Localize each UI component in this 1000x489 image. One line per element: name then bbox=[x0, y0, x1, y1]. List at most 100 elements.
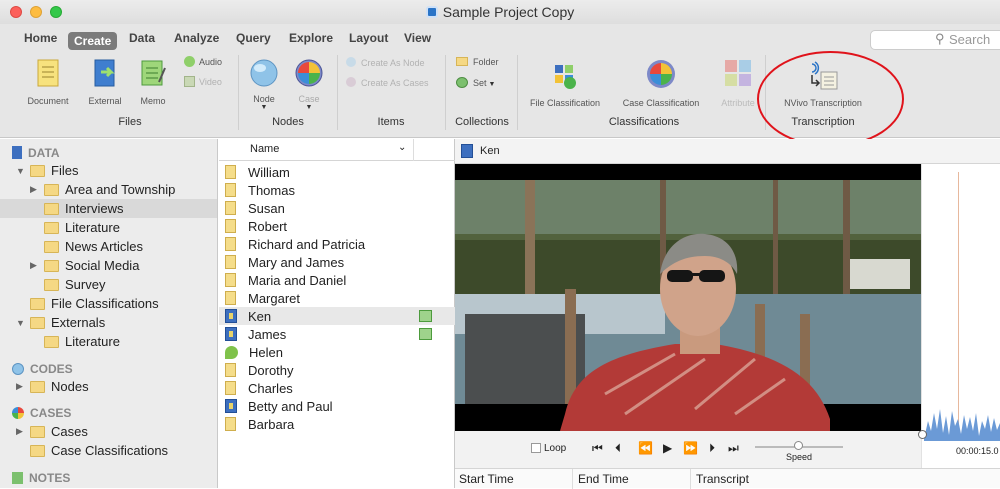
case-icon bbox=[295, 59, 323, 87]
case-classification-button[interactable]: Case Classification bbox=[618, 58, 704, 108]
node-dropdown-icon: ▼ bbox=[260, 104, 268, 111]
rewind-icon[interactable]: ⏪ bbox=[638, 441, 653, 455]
sidebar-item-nodes[interactable]: ▶ Nodes bbox=[16, 377, 89, 396]
play-icon[interactable]: ▶ bbox=[663, 441, 672, 455]
document-button[interactable]: Document bbox=[22, 58, 74, 106]
case-label: Case bbox=[298, 94, 320, 104]
cases-section-header[interactable]: CASES bbox=[12, 403, 71, 422]
video-frame[interactable] bbox=[455, 164, 921, 431]
name-column-header[interactable]: Name bbox=[250, 143, 279, 155]
list-item-selected[interactable]: Ken bbox=[219, 307, 455, 325]
external-button[interactable]: External bbox=[82, 58, 128, 106]
file-classification-button[interactable]: File Classification bbox=[525, 62, 605, 108]
tab-home[interactable]: Home bbox=[24, 31, 57, 45]
list-item[interactable]: Dorothy bbox=[219, 361, 455, 379]
tab-layout[interactable]: Layout bbox=[349, 31, 388, 45]
document-icon bbox=[37, 59, 59, 87]
list-item[interactable]: Richard and Patricia bbox=[219, 235, 455, 253]
start-time-column[interactable]: Start Time bbox=[459, 472, 514, 486]
sidebar-item-news[interactable]: News Articles bbox=[44, 237, 143, 256]
audio-label: Audio bbox=[199, 57, 223, 67]
column-divider bbox=[690, 469, 691, 489]
next-icon[interactable]: ⏵ bbox=[709, 441, 715, 456]
create-as-node-button[interactable]: Create As Node bbox=[346, 57, 425, 68]
list-item[interactable]: Maria and Daniel bbox=[219, 271, 455, 289]
notes-section-header[interactable]: NOTES bbox=[12, 468, 70, 487]
document-icon bbox=[225, 273, 236, 287]
column-divider bbox=[413, 139, 414, 161]
sidebar-item-social[interactable]: ▶ Social Media bbox=[30, 256, 139, 275]
sidebar-item-literature[interactable]: Literature bbox=[44, 218, 120, 237]
notes-section-label: NOTES bbox=[29, 470, 71, 485]
transcript-column[interactable]: Transcript bbox=[696, 472, 749, 486]
node-button[interactable]: Node ▼ bbox=[246, 58, 282, 111]
audio-file-icon bbox=[225, 345, 238, 359]
item-label: Betty and Paul bbox=[248, 398, 333, 414]
item-label: Maria and Daniel bbox=[248, 272, 347, 288]
list-item[interactable]: Mary and James bbox=[219, 253, 455, 271]
sidebar-item-externals[interactable]: ▼ Externals bbox=[16, 313, 105, 332]
sidebar-item-area[interactable]: ▶ Area and Township bbox=[30, 180, 175, 199]
data-section-header[interactable]: DATA bbox=[12, 143, 60, 162]
list-item[interactable]: Margaret bbox=[219, 289, 455, 307]
attribute-button[interactable]: Attribute bbox=[717, 58, 759, 108]
create-as-cases-button[interactable]: Create As Cases bbox=[346, 77, 429, 88]
case-button[interactable]: Case ▼ bbox=[292, 58, 326, 111]
tab-data[interactable]: Data bbox=[129, 31, 155, 45]
list-item[interactable]: Helen bbox=[219, 343, 455, 361]
list-item[interactable]: Susan bbox=[219, 199, 455, 217]
sidebar-item-cases[interactable]: ▶ Cases bbox=[16, 422, 88, 441]
item-label: Ken bbox=[248, 308, 272, 324]
list-item[interactable]: Robert bbox=[219, 217, 455, 235]
nodes-label: Nodes bbox=[51, 379, 89, 394]
list-item[interactable]: James bbox=[219, 325, 455, 343]
memo-button[interactable]: Memo bbox=[132, 58, 174, 106]
ext-literature-label: Literature bbox=[65, 334, 120, 349]
video-button[interactable]: Video bbox=[184, 76, 222, 87]
sidebar-item-survey[interactable]: Survey bbox=[44, 275, 105, 294]
audio-button[interactable]: Audio bbox=[184, 56, 222, 67]
sidebar-item-interviews[interactable]: Interviews bbox=[0, 199, 217, 218]
folder-button[interactable]: Folder bbox=[456, 57, 499, 67]
create-as-cases-label: Create As Cases bbox=[361, 78, 429, 88]
tab-create[interactable]: Create bbox=[68, 32, 118, 50]
fast-forward-icon[interactable]: ⏩ bbox=[683, 441, 698, 455]
tab-query[interactable]: Query bbox=[236, 31, 271, 45]
codes-section-header[interactable]: CODES bbox=[12, 359, 73, 378]
document-icon bbox=[225, 219, 236, 233]
sort-chevron-icon[interactable]: ⌄ bbox=[398, 142, 406, 153]
list-item[interactable]: Charles bbox=[219, 379, 455, 397]
files-group-label: Files bbox=[118, 116, 142, 128]
skip-to-end-icon[interactable]: ⏭ bbox=[728, 441, 739, 456]
list-item[interactable]: Thomas bbox=[219, 181, 455, 199]
item-label: Susan bbox=[248, 200, 285, 216]
sidebar-item-case-classifications[interactable]: Case Classifications bbox=[30, 441, 168, 460]
sidebar-item-ext-literature[interactable]: Literature bbox=[44, 332, 120, 351]
tab-explore[interactable]: Explore bbox=[289, 31, 333, 45]
collapse-icon: ▶ bbox=[30, 260, 37, 270]
search-input[interactable]: ⚲ Search bbox=[870, 30, 1000, 50]
list-item[interactable]: Betty and Paul bbox=[219, 397, 455, 415]
item-label: William bbox=[248, 164, 290, 180]
loop-checkbox[interactable] bbox=[531, 443, 541, 453]
audio-waveform bbox=[924, 409, 1000, 441]
list-item[interactable]: Barbara bbox=[219, 415, 455, 433]
folder-icon bbox=[44, 221, 59, 234]
list-item[interactable]: William bbox=[219, 163, 455, 181]
sidebar-item-file-classifications[interactable]: File Classifications bbox=[30, 294, 159, 313]
attribute-icon bbox=[725, 60, 751, 86]
skip-to-start-icon[interactable]: ⏮ bbox=[592, 441, 603, 456]
document-icon bbox=[225, 363, 236, 377]
playhead-handle[interactable] bbox=[918, 430, 927, 439]
end-time-column[interactable]: End Time bbox=[578, 472, 629, 486]
tab-analyze[interactable]: Analyze bbox=[174, 31, 219, 45]
previous-icon[interactable]: ⏴ bbox=[615, 441, 621, 456]
speed-slider-thumb[interactable] bbox=[794, 441, 803, 450]
tab-view[interactable]: View bbox=[404, 31, 431, 45]
video-icon bbox=[184, 76, 195, 87]
sidebar-item-files[interactable]: ▼ Files bbox=[16, 161, 78, 180]
set-button[interactable]: Set ▼ bbox=[456, 77, 495, 88]
collapse-icon: ▶ bbox=[30, 184, 37, 194]
folder-icon bbox=[44, 183, 59, 196]
waveform-panel[interactable]: 00:00:15.0 bbox=[918, 164, 1000, 468]
